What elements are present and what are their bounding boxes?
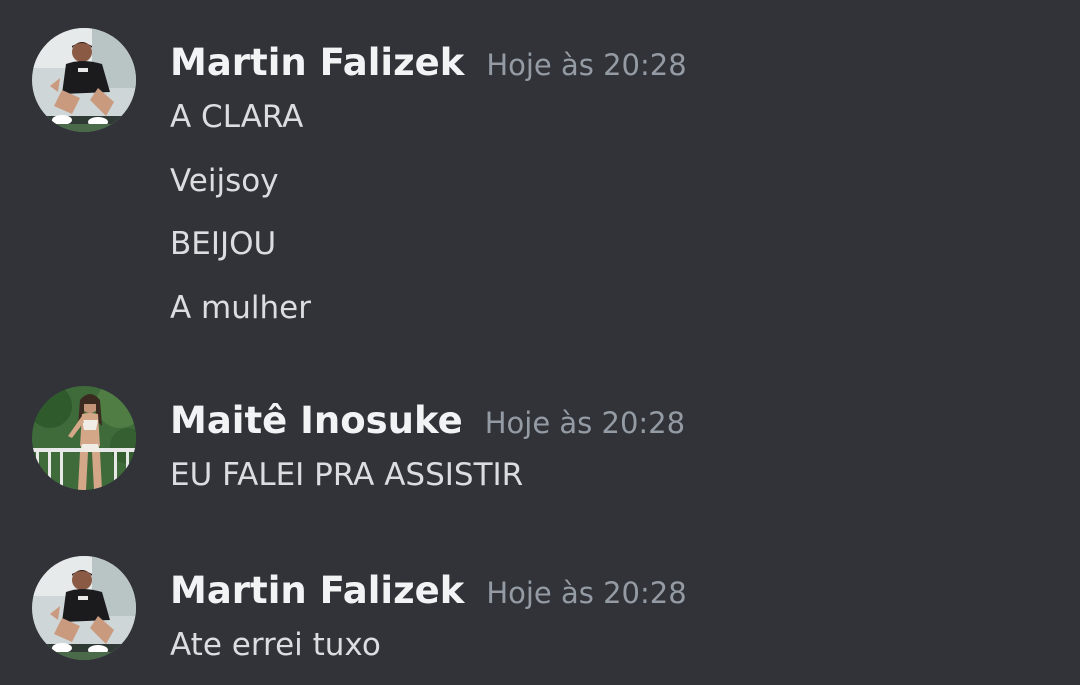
message-group: Maitê Inosuke Hoje às 20:28 EU FALEI PRA …: [0, 370, 1080, 510]
author-name[interactable]: Maitê Inosuke: [170, 399, 463, 442]
avatar-image: [32, 556, 136, 660]
message-text: A mulher: [170, 290, 311, 326]
author-name[interactable]: Martin Falizek: [170, 41, 464, 84]
message-text: Veijsoy: [170, 163, 279, 199]
avatar-image: [32, 28, 136, 132]
message-text: BEIJOU: [170, 226, 277, 262]
avatar-image: [32, 386, 136, 490]
message-timestamp: Hoje às 20:28: [484, 406, 686, 440]
message-group: Martin Falizek Hoje às 20:28 Ate errei tu…: [0, 540, 1080, 685]
author-name[interactable]: Martin Falizek: [170, 569, 464, 612]
message-text: A CLARA: [170, 99, 304, 135]
user-avatar[interactable]: [32, 28, 136, 132]
user-avatar[interactable]: [32, 556, 136, 660]
user-avatar[interactable]: [32, 386, 136, 490]
message-timestamp: Hoje às 20:28: [486, 576, 687, 610]
message-group: Martin Falizek Hoje às 20:28 A CLARA Veij…: [0, 0, 1080, 340]
message-text: EU FALEI PRA ASSISTIR: [170, 457, 524, 493]
message-timestamp: Hoje às 20:28: [486, 48, 687, 82]
message-text: Ate errei tuxo: [170, 627, 381, 663]
